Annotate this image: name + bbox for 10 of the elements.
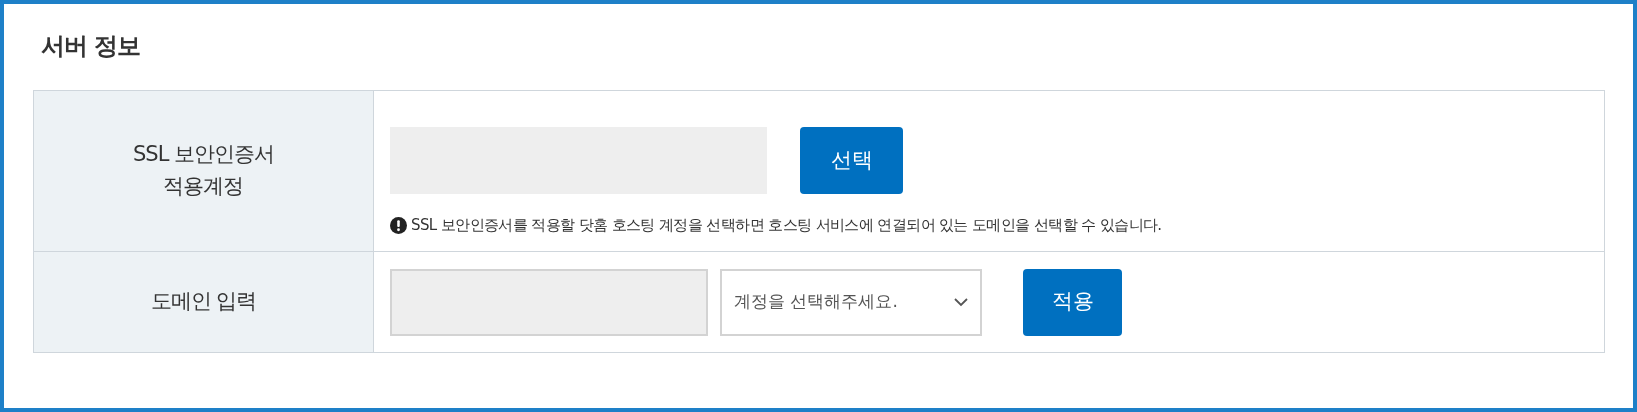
field-label: 도메인 입력 [150,287,257,315]
chevron-down-icon [954,297,968,307]
select-button[interactable]: 선택 [800,127,903,194]
domain-field[interactable] [390,268,708,336]
apply-button[interactable]: 적용 [1023,268,1122,336]
info-note: SSL 보안인증서를 적용할 닷홈 호스팅 계정을 선택하면 호스팅 서비스에 연결되어 있는 도메인을 선택할 수 있습니다. [411,215,1162,236]
section-title: 서버 정보 [41,31,142,62]
warning-icon [390,216,407,234]
account-dropdown[interactable]: 계정을 선택해주세요. [720,268,982,336]
field-label: SSL 보안인증서 적용계정 [132,141,274,200]
